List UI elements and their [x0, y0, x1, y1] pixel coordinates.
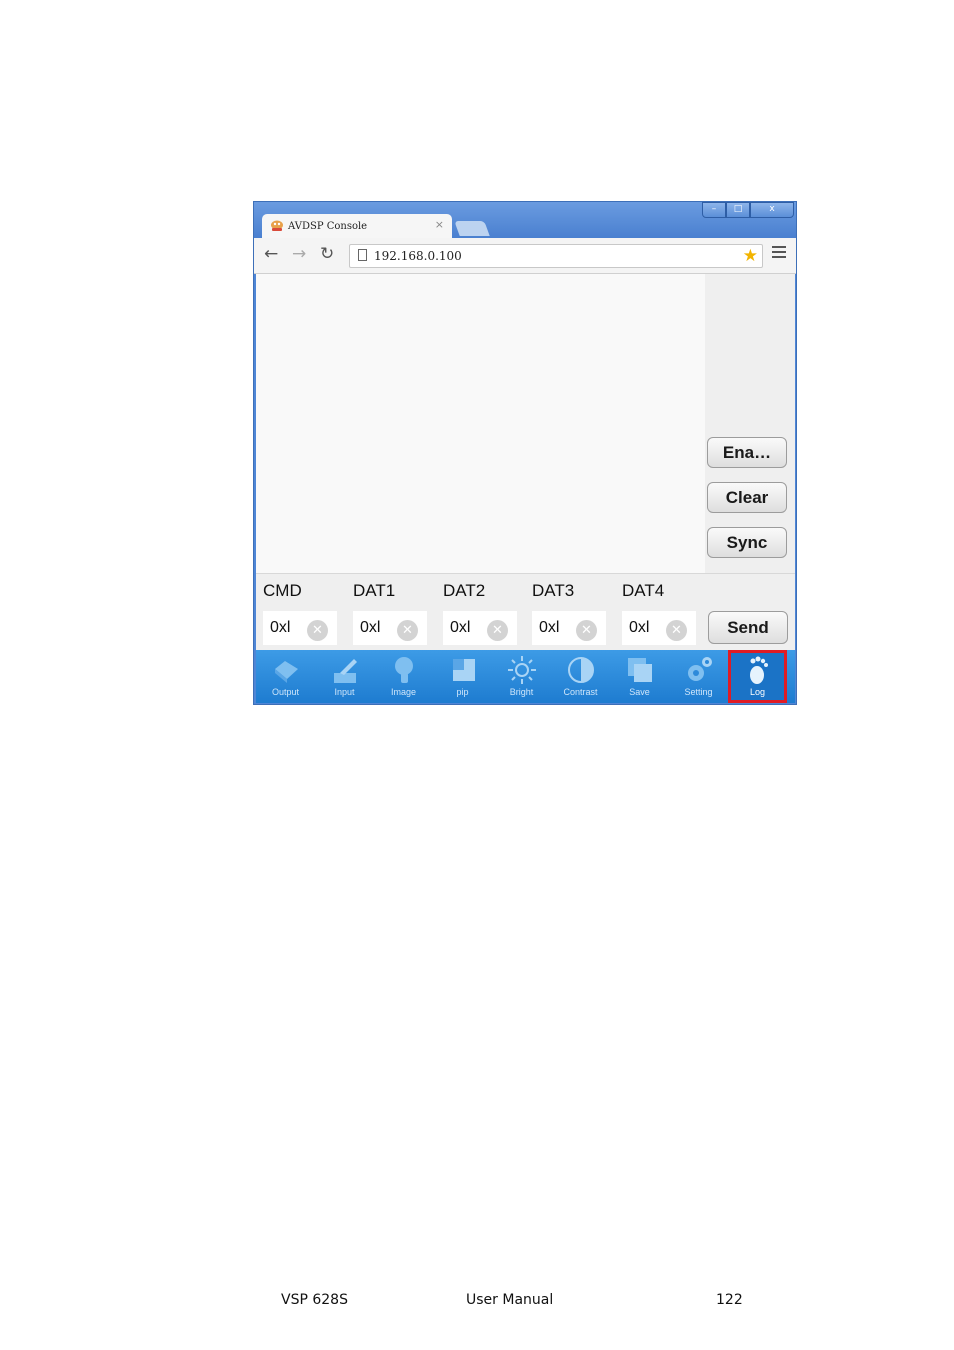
- window-controls: – □ x: [702, 202, 794, 218]
- nav-item-bright[interactable]: Bright: [492, 650, 551, 703]
- nav-item-contrast[interactable]: Contrast: [551, 650, 610, 703]
- footer-page-number: 122: [716, 1292, 743, 1308]
- nav-label: Log: [749, 687, 766, 697]
- maximize-button[interactable]: □: [726, 202, 750, 218]
- dat4-value: 0xl: [629, 619, 650, 636]
- dat3-value: 0xl: [539, 619, 560, 636]
- page-icon: [358, 249, 367, 261]
- tab-close-icon[interactable]: ×: [435, 218, 444, 231]
- clear-button[interactable]: Clear: [707, 482, 787, 513]
- nav-item-image[interactable]: Image: [374, 650, 433, 703]
- nav-label: Save: [629, 687, 650, 697]
- cmd-value: 0xl: [270, 619, 291, 636]
- browser-tab[interactable]: AVDSP Console ×: [262, 214, 452, 238]
- input-icon: [334, 659, 357, 683]
- cmd-label: CMD: [263, 581, 302, 600]
- nav-label: Bright: [509, 687, 534, 697]
- enable-button[interactable]: Ena…: [707, 437, 787, 468]
- close-window-button[interactable]: x: [750, 202, 794, 218]
- clear-input-icon[interactable]: ✕: [666, 620, 687, 641]
- log-icon: [750, 656, 768, 684]
- app-favicon-icon: [271, 220, 283, 231]
- back-arrow-icon[interactable]: ←: [264, 245, 278, 263]
- clear-input-icon[interactable]: ✕: [397, 620, 418, 641]
- address-bar[interactable]: 192.168.0.100 ★: [349, 244, 763, 268]
- nav-label: Input: [334, 687, 355, 697]
- brightness-icon: [508, 656, 536, 684]
- dat3-input[interactable]: 0xl ✕: [532, 611, 606, 645]
- clear-input-icon[interactable]: ✕: [307, 620, 328, 641]
- contrast-icon: [568, 657, 594, 683]
- nav-item-input[interactable]: Input: [315, 650, 374, 703]
- command-row: CMD DAT1 DAT2 DAT3 DAT4 0xl ✕ 0xl ✕ 0xl …: [256, 573, 795, 650]
- dat1-label: DAT1: [353, 581, 396, 600]
- nav-item-setting[interactable]: Setting: [669, 650, 728, 703]
- pip-icon: [453, 659, 475, 681]
- clear-input-icon[interactable]: ✕: [487, 620, 508, 641]
- browser-menu-icon[interactable]: [772, 246, 786, 261]
- image-icon: [395, 657, 413, 683]
- output-icon: [275, 661, 298, 683]
- dat4-input[interactable]: 0xl ✕: [622, 611, 696, 645]
- footer-product: VSP 628S: [281, 1292, 348, 1308]
- new-tab-button[interactable]: [454, 221, 490, 236]
- forward-arrow-icon[interactable]: →: [292, 245, 306, 263]
- gear-icon: [688, 657, 712, 681]
- title-bar: AVDSP Console × – □ x: [254, 202, 796, 238]
- dat1-value: 0xl: [360, 619, 381, 636]
- bottom-nav: Output Input Image pip Bright Contrast S…: [256, 650, 795, 703]
- save-icon: [628, 658, 652, 682]
- footer-doc-title: User Manual: [466, 1292, 554, 1308]
- nav-label: Setting: [684, 687, 713, 697]
- log-output-area[interactable]: [256, 274, 705, 573]
- dat3-label: DAT3: [532, 581, 575, 600]
- sync-button[interactable]: Sync: [707, 527, 787, 558]
- tab-title: AVDSP Console: [288, 220, 368, 232]
- send-button[interactable]: Send: [708, 611, 788, 644]
- browser-toolbar: ← → ↻ 192.168.0.100 ★: [254, 238, 796, 274]
- nav-item-save[interactable]: Save: [610, 650, 669, 703]
- bookmark-star-icon[interactable]: ★: [743, 245, 758, 267]
- cmd-input[interactable]: 0xl ✕: [263, 611, 337, 645]
- nav-label: Contrast: [563, 687, 598, 697]
- nav-item-pip[interactable]: pip: [433, 650, 492, 703]
- reload-icon[interactable]: ↻: [320, 245, 334, 263]
- dat4-label: DAT4: [622, 581, 665, 600]
- nav-item-log[interactable]: Log: [728, 650, 787, 703]
- url-text[interactable]: 192.168.0.100: [374, 249, 462, 263]
- minimize-button[interactable]: –: [702, 202, 726, 218]
- browser-window: AVDSP Console × – □ x ← → ↻ 192.168.0.10…: [253, 201, 797, 705]
- nav-label: Image: [390, 687, 416, 697]
- dat2-value: 0xl: [450, 619, 471, 636]
- dat1-input[interactable]: 0xl ✕: [353, 611, 427, 645]
- dat2-input[interactable]: 0xl ✕: [443, 611, 517, 645]
- nav-label: Output: [271, 687, 300, 697]
- console-page: Ena… Clear Sync CMD DAT1 DAT2 DAT3 DAT4 …: [256, 274, 795, 703]
- side-panel: Ena… Clear Sync: [705, 274, 795, 573]
- dat2-label: DAT2: [443, 581, 486, 600]
- nav-label: pip: [456, 687, 469, 697]
- nav-item-output[interactable]: Output: [256, 650, 315, 703]
- clear-input-icon[interactable]: ✕: [576, 620, 597, 641]
